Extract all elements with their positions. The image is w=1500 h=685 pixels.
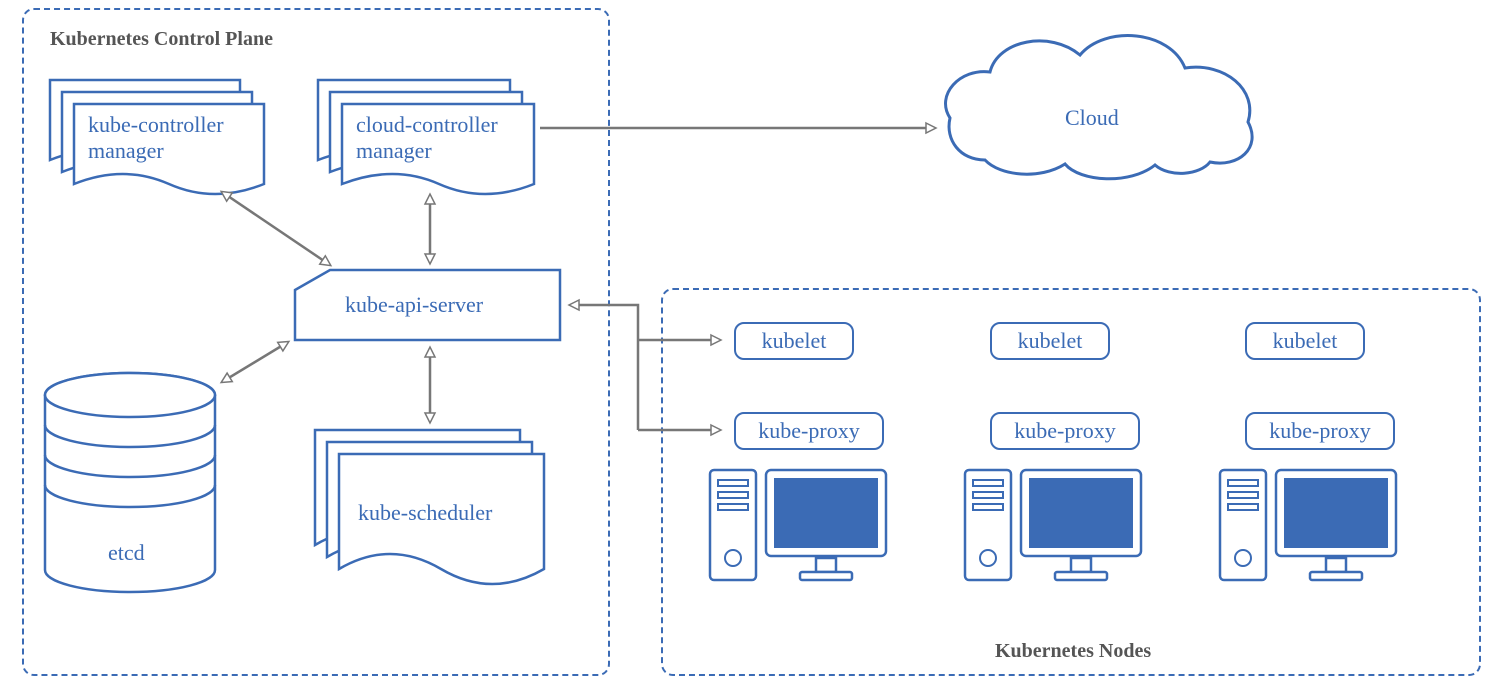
control-plane-title: Kubernetes Control Plane bbox=[50, 28, 273, 51]
kubelet-label: kubelet bbox=[1273, 328, 1338, 353]
kube-proxy-label: kube-proxy bbox=[758, 418, 859, 443]
nodes-title: Kubernetes Nodes bbox=[995, 640, 1151, 663]
kubelet-label: kubelet bbox=[762, 328, 827, 353]
kube-proxy-label: kube-proxy bbox=[1014, 418, 1115, 443]
kube-proxy-pill: kube-proxy bbox=[1245, 412, 1395, 450]
control-plane-box bbox=[22, 8, 610, 676]
kubelet-pill: kubelet bbox=[734, 322, 854, 360]
kube-proxy-pill: kube-proxy bbox=[990, 412, 1140, 450]
kubelet-pill: kubelet bbox=[1245, 322, 1365, 360]
kube-proxy-pill: kube-proxy bbox=[734, 412, 884, 450]
cloud-label: Cloud bbox=[1065, 105, 1119, 130]
kubelet-pill: kubelet bbox=[990, 322, 1110, 360]
kube-proxy-label: kube-proxy bbox=[1269, 418, 1370, 443]
cloud-shape bbox=[946, 36, 1253, 179]
kubelet-label: kubelet bbox=[1018, 328, 1083, 353]
